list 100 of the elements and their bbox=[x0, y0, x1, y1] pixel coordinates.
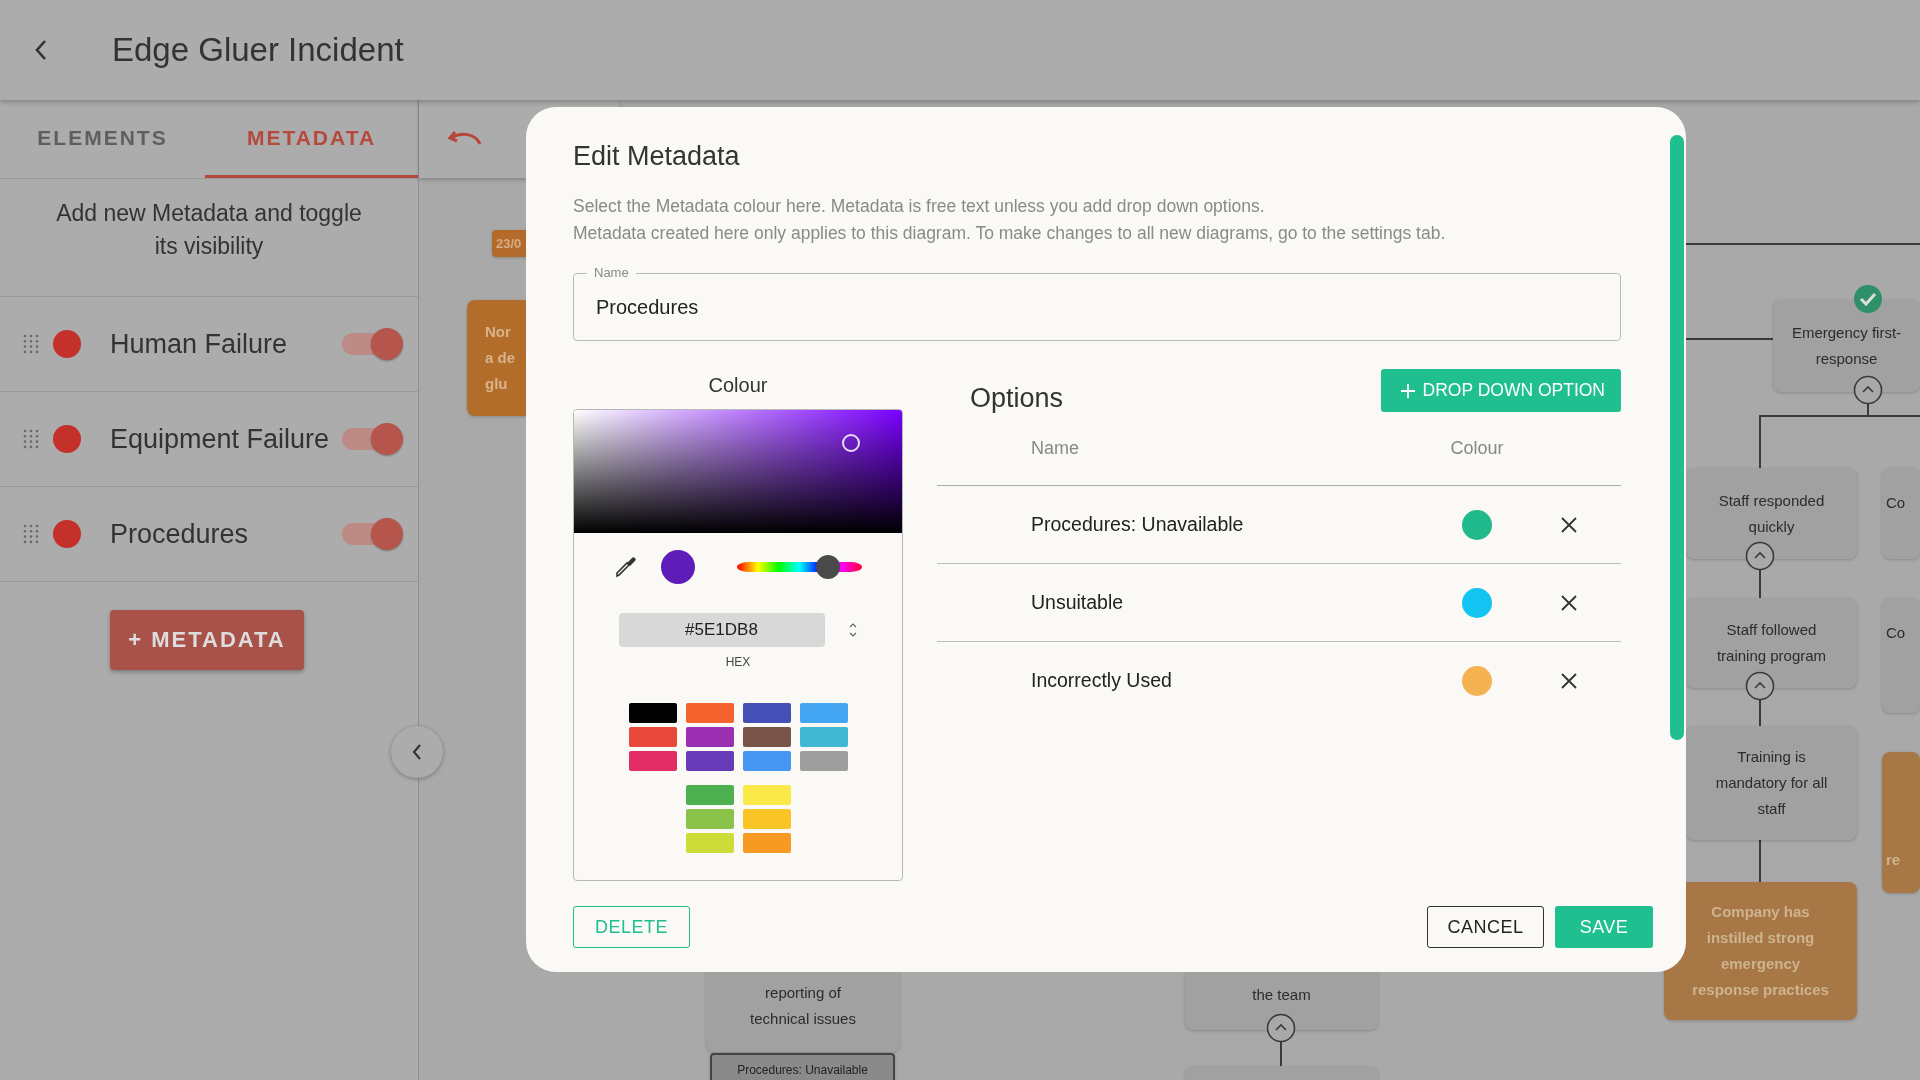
chevron-left-icon bbox=[411, 743, 423, 761]
scrollbar[interactable] bbox=[1670, 135, 1684, 740]
colour-swatch[interactable] bbox=[685, 809, 734, 829]
colour-label: Colour bbox=[708, 373, 768, 398]
node-text: quickly bbox=[1748, 516, 1795, 537]
colour-swatch[interactable] bbox=[742, 809, 791, 829]
colour-preview bbox=[661, 550, 695, 584]
node-text: Procedures: Unavailable bbox=[737, 1062, 868, 1079]
plus-icon bbox=[1400, 383, 1415, 398]
slider-thumb[interactable] bbox=[816, 555, 841, 579]
node-text: Company has bbox=[1711, 902, 1810, 922]
diagram-node[interactable]: Training is mandatory for all staff bbox=[1686, 726, 1857, 840]
metadata-row[interactable]: Human Failure bbox=[0, 297, 418, 392]
diagram-node[interactable]: Co bbox=[1882, 468, 1920, 559]
option-name: Incorrectly Used bbox=[1031, 669, 1173, 692]
back-icon[interactable] bbox=[34, 39, 48, 61]
drag-handle-icon[interactable] bbox=[23, 334, 39, 354]
collapse-icon[interactable] bbox=[1745, 541, 1775, 571]
colour-swatch[interactable] bbox=[685, 727, 734, 747]
colour-swatch[interactable] bbox=[685, 751, 734, 771]
diagram-node[interactable]: Emergency first- response bbox=[1773, 300, 1920, 392]
colour-swatch[interactable] bbox=[685, 703, 734, 723]
colour-swatch[interactable] bbox=[799, 751, 848, 771]
collapse-panel-button[interactable] bbox=[391, 726, 443, 778]
colour-swatch[interactable] bbox=[742, 727, 791, 747]
colour-swatch[interactable] bbox=[799, 703, 848, 723]
hex-field[interactable]: #5E1DB8 bbox=[618, 613, 825, 647]
diagram-node[interactable]: Co bbox=[1882, 598, 1920, 713]
node-text: response practices bbox=[1692, 980, 1829, 1000]
collapse-icon[interactable] bbox=[1853, 375, 1883, 405]
diagram-node[interactable]: Staff responded quickly bbox=[1686, 468, 1857, 559]
colour-swatch[interactable] bbox=[742, 751, 791, 771]
options-heading: Options bbox=[970, 383, 1064, 414]
metadata-tag[interactable]: Procedures: Unavailable bbox=[710, 1053, 895, 1080]
metadata-row[interactable]: Equipment Failure bbox=[0, 392, 418, 487]
connector-line bbox=[1280, 1042, 1282, 1066]
node-text: reporting of bbox=[765, 983, 841, 1003]
drag-handle-icon[interactable] bbox=[23, 429, 39, 449]
close-icon[interactable] bbox=[1559, 515, 1578, 534]
node-text: Staff followed bbox=[1726, 620, 1817, 640]
node-text: Co bbox=[1886, 623, 1906, 643]
diagram-node[interactable]: Staff followed training program bbox=[1686, 598, 1857, 688]
colour-swatch[interactable] bbox=[628, 703, 677, 723]
node-text: instilled strong bbox=[1706, 928, 1815, 948]
node-text: technical issues bbox=[750, 1009, 856, 1029]
option-colour-dot[interactable] bbox=[1462, 665, 1492, 696]
node-text: glu bbox=[485, 374, 508, 394]
node-text: response bbox=[1815, 349, 1878, 369]
option-colour-dot[interactable] bbox=[1462, 509, 1492, 540]
switch-format-icon[interactable] bbox=[847, 621, 858, 639]
close-icon[interactable] bbox=[1559, 593, 1578, 612]
collapse-icon[interactable] bbox=[1745, 671, 1775, 701]
metadata-name: Equipment Failure bbox=[110, 423, 331, 455]
saturation-area[interactable] bbox=[574, 410, 902, 533]
drag-handle-icon[interactable] bbox=[23, 524, 39, 544]
colour-swatch[interactable] bbox=[685, 785, 734, 805]
close-icon[interactable] bbox=[1559, 671, 1578, 690]
connector-line bbox=[1759, 840, 1761, 882]
node-text: training program bbox=[1716, 646, 1827, 666]
option-colour-dot[interactable] bbox=[1462, 587, 1492, 618]
node-text: 23/0 bbox=[496, 234, 522, 253]
eyedropper-icon[interactable] bbox=[614, 555, 638, 579]
node-text: a de bbox=[485, 348, 515, 368]
node-text: re bbox=[1886, 850, 1901, 870]
dialog-title: Edit Metadata bbox=[573, 140, 741, 173]
connector-line bbox=[1759, 700, 1761, 726]
colour-swatch[interactable] bbox=[742, 703, 791, 723]
hint-text: Add new Metadata and toggle its visibility bbox=[0, 179, 418, 297]
node-text: staff bbox=[1757, 799, 1786, 819]
metadata-name: Human Failure bbox=[110, 328, 289, 360]
colour-swatch[interactable] bbox=[685, 833, 734, 853]
node-text: the team bbox=[1252, 985, 1311, 1005]
metadata-row[interactable]: Procedures bbox=[0, 487, 418, 582]
column-header: Colour bbox=[1449, 438, 1505, 459]
tab[interactable]: ELEMENTS bbox=[0, 100, 205, 178]
metadata-name: Procedures bbox=[110, 518, 250, 550]
option-name: Unsuitable bbox=[1031, 591, 1125, 614]
node-text: emergency bbox=[1720, 954, 1801, 974]
colour-swatch[interactable] bbox=[628, 751, 677, 771]
node-text: Emergency first- bbox=[1791, 323, 1902, 343]
connector-line bbox=[1759, 570, 1761, 598]
page-title: Edge Gluer Incident bbox=[112, 31, 404, 69]
format-label: HEX bbox=[725, 655, 751, 669]
column-header: Name bbox=[1031, 438, 1080, 459]
add-metadata-button[interactable]: + METADATA bbox=[110, 610, 304, 670]
colour-swatch[interactable] bbox=[799, 727, 848, 747]
node-text: Training is bbox=[1737, 747, 1806, 767]
picker-handle[interactable] bbox=[842, 434, 860, 452]
node-text: Co bbox=[1886, 493, 1906, 513]
cancel-button[interactable]: CANCEL bbox=[1427, 906, 1544, 948]
option-name: Procedures: Unavailable bbox=[1031, 513, 1245, 536]
description-text: Select the Metadata colour here. Metadata is free text unless you add drop down options. bbox=[573, 195, 1266, 218]
collapse-icon[interactable] bbox=[1266, 1013, 1296, 1043]
colour-swatch[interactable] bbox=[628, 727, 677, 747]
description-text: Metadata created here only applies to this diagram. To make changes to all new diagrams, go to the settings tab. bbox=[573, 222, 1447, 245]
colour-swatch[interactable] bbox=[742, 785, 791, 805]
node-text: Staff responded bbox=[1718, 490, 1825, 511]
node-text: Nor bbox=[485, 322, 511, 342]
node-text: mandatory for all bbox=[1715, 773, 1828, 793]
colour-swatch[interactable] bbox=[742, 833, 791, 853]
